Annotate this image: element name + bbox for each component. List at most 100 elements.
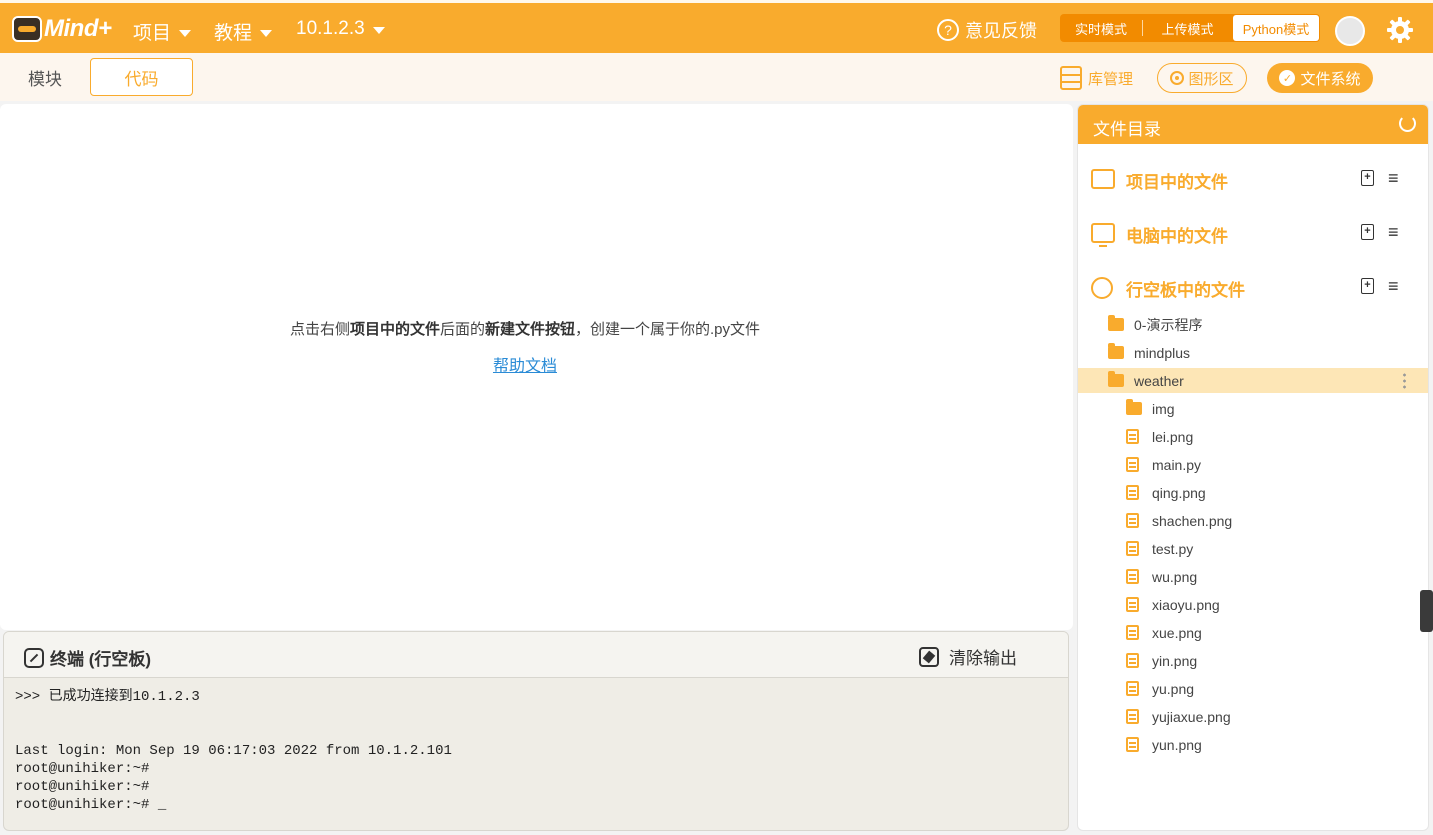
folder-item[interactable]: weather (1078, 368, 1428, 393)
tree-item-label: qing.png (1152, 484, 1206, 501)
tab-code[interactable]: 代码 (90, 58, 193, 96)
robot-logo-icon (12, 16, 42, 42)
clear-output-label: 清除输出 (949, 649, 1017, 668)
section-board-files-label: 行空板中的文件 (1126, 281, 1245, 300)
feedback-button[interactable]: ? 意见反馈 (937, 17, 1037, 43)
mode-upload[interactable]: 上传模式 (1142, 20, 1232, 37)
menu-icon[interactable]: ≡ (1388, 277, 1399, 295)
file-directory-header: 文件目录 (1078, 105, 1428, 144)
logo-text: Mind+ (44, 15, 112, 42)
tree-item-label: test.py (1152, 540, 1194, 557)
section-board-files[interactable]: 行空板中的文件 + ≡ (1078, 267, 1428, 307)
file-icon (1126, 737, 1139, 752)
tree-item-label: img (1152, 400, 1175, 417)
board-icon (1091, 277, 1113, 299)
terminal-line: Last login: Mon Sep 19 06:17:03 2022 fro… (15, 743, 452, 759)
file-item[interactable]: test.py (1078, 536, 1428, 561)
tree-item-label: weather (1134, 372, 1184, 389)
section-project-files-label: 项目中的文件 (1126, 173, 1228, 192)
question-icon: ? (937, 19, 959, 41)
file-item[interactable]: xue.png (1078, 620, 1428, 645)
link-icon (24, 647, 44, 668)
caret-down-icon (372, 27, 385, 34)
hint-mid: 后面的 (439, 321, 485, 338)
radio-icon (1170, 71, 1185, 85)
file-item[interactable]: main.py (1078, 452, 1428, 477)
folder-icon (1108, 315, 1124, 331)
file-icon (1126, 485, 1139, 500)
file-item[interactable]: xiaoyu.png (1078, 592, 1428, 617)
monitor-icon (1091, 223, 1115, 247)
section-project-files[interactable]: 项目中的文件 + ≡ (1078, 159, 1428, 199)
gear-icon[interactable] (1386, 16, 1414, 44)
hint-suffix: ，创建一个属于你的.py文件 (575, 321, 761, 338)
tabs-row: 模块 代码 库管理 图形区 ✓ 文件系统 (0, 53, 1433, 101)
tree-item-label: 0-演示程序 (1134, 316, 1203, 333)
menu-device[interactable]: 10.1.2.3 (296, 18, 385, 40)
library-label: 库管理 (1088, 70, 1134, 88)
library-button[interactable]: 库管理 (1060, 63, 1133, 93)
library-icon (1060, 66, 1082, 90)
code-editor[interactable]: 点击右侧项目中的文件后面的新建文件按钮，创建一个属于你的.py文件 帮助文档 (0, 104, 1073, 630)
folder-item[interactable]: 0-演示程序 (1078, 312, 1428, 337)
file-icon (1126, 709, 1139, 724)
mode-python[interactable]: Python模式 (1233, 15, 1319, 41)
new-file-icon[interactable]: + (1361, 170, 1374, 186)
tree-item-label: main.py (1152, 456, 1202, 473)
terminal-line: root@unihiker:~# (15, 761, 150, 777)
filesystem-label: 文件系统 (1300, 70, 1361, 88)
file-item[interactable]: qing.png (1078, 480, 1428, 505)
file-item[interactable]: wu.png (1078, 564, 1428, 589)
file-item[interactable]: yun.png (1078, 732, 1428, 757)
hint-bold-new-file: 新建文件按钮 (485, 321, 576, 338)
file-item[interactable]: yujiaxue.png (1078, 704, 1428, 729)
menu-icon[interactable]: ≡ (1388, 169, 1399, 187)
new-file-icon[interactable]: + (1361, 278, 1374, 294)
check-icon: ✓ (1279, 70, 1296, 86)
user-avatar[interactable] (1335, 16, 1365, 46)
graphics-button[interactable]: 图形区 (1157, 63, 1247, 93)
folder-item[interactable]: img (1078, 396, 1428, 421)
section-computer-files[interactable]: 电脑中的文件 + ≡ (1078, 213, 1428, 253)
menu-icon[interactable]: ≡ (1388, 223, 1399, 241)
file-icon (1126, 457, 1139, 472)
filesystem-button[interactable]: ✓ 文件系统 (1267, 63, 1373, 93)
file-icon (1126, 541, 1139, 556)
caret-down-icon (260, 29, 273, 37)
new-file-icon[interactable]: + (1361, 224, 1374, 240)
mode-realtime[interactable]: 实时模式 (1060, 14, 1142, 42)
menu-project[interactable]: 项目 (133, 18, 192, 45)
scrollbar-thumb[interactable] (1420, 590, 1433, 632)
tree-item-label: wu.png (1152, 568, 1198, 585)
file-item[interactable]: yu.png (1078, 676, 1428, 701)
folder-item[interactable]: mindplus (1078, 340, 1428, 365)
hint-bold-project-files: 项目中的文件 (349, 321, 440, 338)
file-icon (1126, 513, 1139, 528)
tab-blocks[interactable]: 模块 (0, 58, 90, 96)
menu-tutorial[interactable]: 教程 (214, 18, 273, 45)
mode-switch: 实时模式 上传模式 Python模式 (1060, 14, 1320, 42)
top-bar: Mind+ 项目 教程 10.1.2.3 ? 意见反馈 实时模式 上传模式 Py… (0, 0, 1433, 53)
tree-item-label: xue.png (1152, 624, 1202, 641)
menu-project-label: 项目 (133, 23, 172, 44)
folder-icon (1108, 343, 1124, 359)
clear-output-button[interactable]: 清除输出 (919, 644, 1017, 669)
folder-list-icon (1091, 169, 1115, 189)
refresh-icon[interactable] (1399, 115, 1416, 132)
eraser-icon (919, 646, 939, 667)
tree-item-label: yu.png (1152, 680, 1195, 697)
terminal-panel: 终端 (行空板) 清除输出 >>> 已成功连接到10.1.2.3 Last lo… (3, 631, 1069, 831)
terminal-line: >>> 已成功连接到10.1.2.3 (15, 689, 200, 705)
file-icon (1126, 653, 1139, 668)
help-link[interactable]: 帮助文档 (0, 352, 1050, 376)
terminal-line: root@unihiker:~# (15, 779, 150, 795)
mindplus-logo[interactable]: Mind+ (12, 11, 112, 47)
file-item[interactable]: yin.png (1078, 648, 1428, 673)
more-vertical-icon[interactable] (1403, 372, 1406, 389)
tree-item-label: xiaoyu.png (1152, 596, 1220, 613)
tree-item-label: shachen.png (1152, 512, 1233, 529)
file-item[interactable]: lei.png (1078, 424, 1428, 449)
file-item[interactable]: shachen.png (1078, 508, 1428, 533)
terminal-output[interactable]: >>> 已成功连接到10.1.2.3 Last login: Mon Sep 1… (4, 678, 1068, 824)
tree-item-label: yin.png (1152, 652, 1198, 669)
